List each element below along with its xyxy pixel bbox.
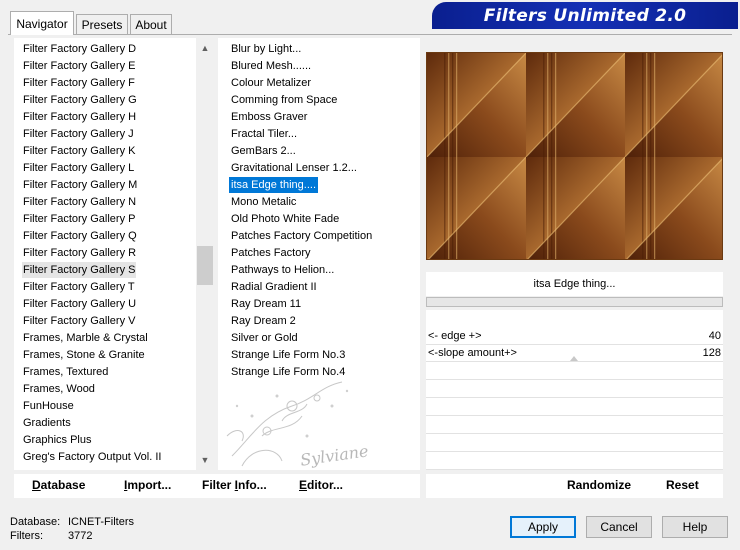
slider-marker-icon [570, 356, 578, 361]
filters-count-value: 3772 [68, 530, 93, 542]
filter-item[interactable]: Radial Gradient II [229, 279, 319, 295]
filter-item[interactable]: Mono Metalic [229, 194, 298, 210]
editor-button[interactable]: Editor... [299, 478, 343, 492]
help-button[interactable]: Help [662, 516, 728, 538]
tab-navigator[interactable]: Navigator [10, 11, 74, 35]
category-item[interactable]: Filter Factory Gallery R [22, 245, 137, 261]
category-item[interactable]: Filter Factory Gallery H [22, 109, 137, 125]
reset-button[interactable]: Reset [666, 478, 699, 492]
effect-toolbar: Randomize Reset [426, 474, 723, 498]
category-item[interactable]: Filter Factory Gallery V [22, 313, 136, 329]
tab-about-label: About [135, 17, 167, 32]
param-edge-value: 40 [708, 330, 721, 342]
category-item[interactable]: Frames, Stone & Granite [22, 347, 146, 363]
param-row-empty [426, 453, 723, 470]
category-item[interactable]: Filter Factory Gallery Q [22, 228, 138, 244]
param-slope-value: 128 [702, 347, 721, 359]
app-title: Filters Unlimited 2.0 [483, 5, 687, 26]
tab-presets-label: Presets [81, 17, 123, 32]
progress-bar [426, 297, 723, 307]
apply-button[interactable]: Apply [510, 516, 576, 538]
category-item[interactable]: Filter Factory Gallery P [22, 211, 136, 227]
category-item[interactable]: Filter Factory Gallery G [22, 92, 138, 108]
filter-item[interactable]: Strange Life Form No.3 [229, 347, 347, 363]
filter-item[interactable]: Colour Metalizer [229, 75, 313, 91]
parameter-panel: <- edge +> 40 <-slope amount+> 128 [426, 310, 723, 470]
filter-item[interactable]: Old Photo White Fade [229, 211, 341, 227]
category-item[interactable]: Filter Factory Gallery L [22, 160, 135, 176]
filter-item[interactable]: Gravitational Lenser 1.2... [229, 160, 359, 176]
param-row-empty [426, 435, 723, 452]
filter-item[interactable]: Ray Dream 11 [229, 296, 303, 312]
filter-item[interactable]: itsa Edge thing.... [229, 177, 318, 193]
category-item[interactable]: FunHouse [22, 398, 75, 414]
filter-item[interactable]: Comming from Space [229, 92, 339, 108]
category-item[interactable]: Gradients [22, 415, 72, 431]
category-item[interactable]: Graphics Plus [22, 432, 92, 448]
scroll-down-arrow-icon[interactable]: ▼ [196, 452, 214, 468]
database-button[interactable]: Database [32, 478, 85, 492]
filter-item[interactable]: Silver or Gold [229, 330, 300, 346]
scroll-thumb[interactable] [197, 246, 213, 285]
filter-item[interactable]: Blured Mesh...... [229, 58, 313, 74]
param-row-empty [426, 381, 723, 398]
randomize-button[interactable]: Randomize [567, 478, 631, 492]
filter-item[interactable]: Emboss Graver [229, 109, 309, 125]
category-item[interactable]: Filter Factory Gallery T [22, 279, 136, 295]
filter-item[interactable]: Patches Factory [229, 245, 312, 261]
param-row-empty [426, 417, 723, 434]
filter-toolbar: Database Import... Filter Info... Editor… [14, 474, 420, 498]
help-button-label: Help [682, 520, 708, 534]
app-title-banner: Filters Unlimited 2.0 [432, 2, 738, 29]
effect-name-label: itsa Edge thing... [533, 278, 616, 290]
cancel-button-label: Cancel [600, 520, 638, 534]
param-slope-label: <-slope amount+> [428, 347, 517, 359]
apply-button-label: Apply [527, 520, 559, 534]
param-row-empty [426, 399, 723, 416]
tab-presets[interactable]: Presets [76, 14, 128, 34]
tab-strip-line [8, 34, 732, 35]
filter-item[interactable]: Pathways to Helion... [229, 262, 336, 278]
import-button[interactable]: Import... [124, 478, 171, 492]
preview-pattern [427, 53, 722, 259]
category-item[interactable]: Filter Factory Gallery F [22, 75, 136, 91]
filter-preview-image [426, 52, 723, 260]
cancel-button[interactable]: Cancel [586, 516, 652, 538]
category-item[interactable]: Filter Factory Gallery D [22, 41, 137, 57]
database-label: Database: [10, 516, 61, 528]
effect-name-box: itsa Edge thing... [426, 272, 723, 296]
category-item[interactable]: Frames, Textured [22, 364, 109, 380]
category-item[interactable]: Filter Factory Gallery K [22, 143, 136, 159]
filter-info-button[interactable]: Filter Info... [202, 478, 267, 492]
tab-about[interactable]: About [130, 14, 172, 34]
category-item[interactable]: Filter Factory Gallery U [22, 296, 137, 312]
category-item[interactable]: Filter Factory Gallery S [22, 262, 137, 278]
database-value: ICNET-Filters [68, 516, 134, 528]
category-scrollbar[interactable]: ▲ ▼ [196, 38, 214, 470]
filter-item[interactable]: Blur by Light... [229, 41, 303, 57]
category-item[interactable]: Frames, Wood [22, 381, 96, 397]
param-row-slope[interactable]: <-slope amount+> 128 [426, 345, 723, 362]
category-item[interactable]: Filter Factory Gallery E [22, 58, 136, 74]
category-list[interactable]: Filter Factory Gallery D Filter Factory G… [14, 38, 214, 470]
filter-item[interactable]: Fractal Tiler... [229, 126, 299, 142]
tab-navigator-label: Navigator [16, 16, 68, 31]
scroll-up-arrow-icon[interactable]: ▲ [196, 40, 214, 56]
param-row-empty [426, 363, 723, 380]
category-item[interactable]: Frames, Marble & Crystal [22, 330, 149, 346]
category-item[interactable]: Filter Factory Gallery M [22, 177, 138, 193]
category-item[interactable]: Filter Factory Gallery N [22, 194, 137, 210]
filter-item[interactable]: GemBars 2... [229, 143, 298, 159]
filter-item[interactable]: Ray Dream 2 [229, 313, 298, 329]
filter-item[interactable]: Patches Factory Competition [229, 228, 374, 244]
category-item[interactable]: Filter Factory Gallery J [22, 126, 135, 142]
param-edge-label: <- edge +> [428, 330, 482, 342]
param-row-edge[interactable]: <- edge +> 40 [426, 328, 723, 345]
category-item[interactable]: Greg's Factory Output Vol. II [22, 449, 162, 465]
filters-count-label: Filters: [10, 530, 43, 542]
